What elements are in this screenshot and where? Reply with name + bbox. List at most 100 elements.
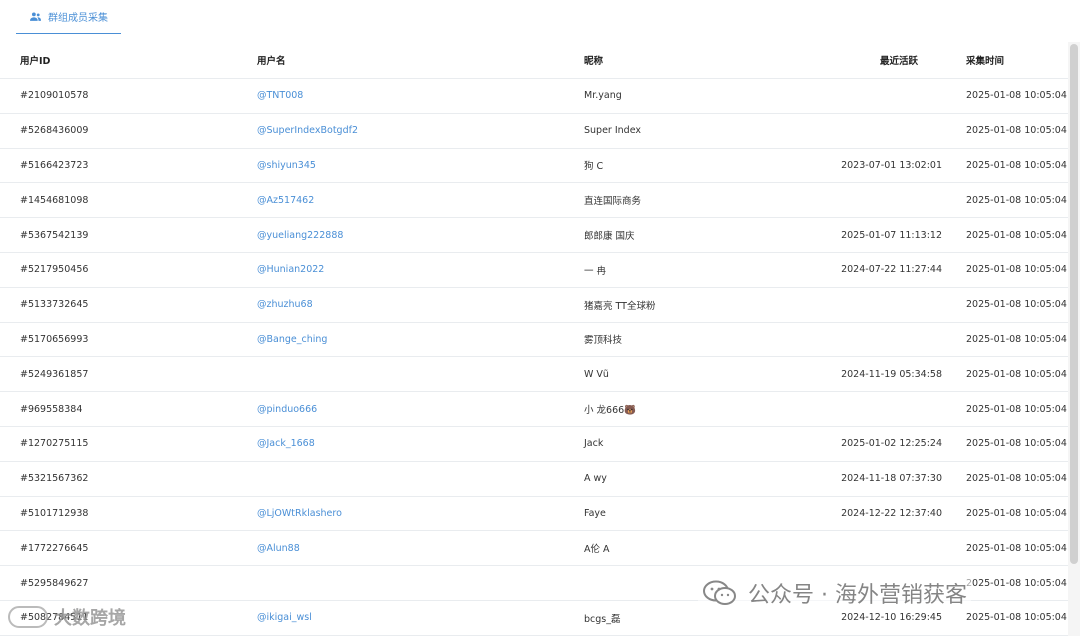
cell-collected-time: 2025-01-08 10:05:04: [966, 90, 1067, 102]
cell-nickname: Super Index: [584, 125, 642, 137]
cell-user-id: #1454681098: [20, 194, 89, 206]
cell-username-link[interactable]: @Hunian2022: [257, 253, 324, 287]
cell-user-id: #1772276645: [20, 542, 89, 554]
cell-collected-time: 2025-01-08 10:05:04: [966, 333, 1067, 345]
members-table: 用户ID 用户名 昵称 最近活跃 采集时间 #2109010578 @TNT008…: [0, 42, 1068, 636]
tab-label: 群组成员采集: [48, 13, 108, 24]
cell-user-id: #5170656993: [20, 333, 89, 345]
cell-collected-time: 2025-01-08 10:05:04: [966, 612, 1067, 624]
cell-nickname: Mr.yang: [584, 90, 622, 102]
table-row[interactable]: #5321567362 A wy 2024-11-18 07:37:30 2025-0…: [0, 462, 1068, 497]
cell-nickname: 狗 C: [584, 161, 604, 173]
cell-nickname: Faye: [584, 507, 606, 519]
cell-username-link[interactable]: @yueliang222888: [257, 218, 343, 252]
cell-nickname: 猪嘉亮 TT全球粉: [584, 300, 656, 312]
cell-collected-time: 2025-01-08 10:05:04: [966, 125, 1067, 137]
table-body: #2109010578 @TNT008 Mr.yang 2025-01-08 10:0…: [0, 79, 1068, 636]
table-row[interactable]: #1270275115 @Jack_1668 Jack 2025-01-02 12:2…: [0, 427, 1068, 462]
cell-username-link[interactable]: @Alun88: [257, 531, 300, 565]
cell-nickname: Jack: [584, 438, 604, 450]
table-row[interactable]: #5268436009 @SuperIndexBotgdf2 Super Index…: [0, 114, 1068, 149]
cell-collected-time: 2025-01-08 10:05:04: [966, 403, 1067, 415]
table-row[interactable]: #5367542139 @yueliang222888 郎郎康 国庆 2025-01-…: [0, 218, 1068, 253]
table-row[interactable]: #969558384 @pinduo666 小 龙666🐻 2025-01-08 10…: [0, 392, 1068, 427]
cell-nickname: 郎郎康 国庆: [584, 231, 635, 243]
watermark-left-text: 大数跨境: [54, 608, 126, 629]
wechat-icon: [703, 580, 736, 605]
cell-user-id: #969558384: [20, 403, 83, 415]
cell-user-id: #5133732645: [20, 299, 89, 311]
cell-username-link[interactable]: @TNT008: [257, 79, 303, 113]
cell-last-active: 2024-11-18 07:37:30: [841, 473, 942, 485]
table-row[interactable]: #2109010578 @TNT008 Mr.yang 2025-01-08 10:0…: [0, 79, 1068, 114]
cell-nickname: W Vũ: [584, 368, 609, 380]
cell-username-link[interactable]: @SuperIndexBotgdf2: [257, 114, 358, 148]
cell-user-id: #1270275115: [20, 438, 89, 450]
cell-user-id: #5295849627: [20, 577, 89, 589]
cell-collected-time: 2025-01-08 10:05:04: [966, 159, 1067, 171]
cell-last-active: 2024-07-22 11:27:44: [841, 264, 942, 276]
watermark-right-text: 公众号 · 海外营销获客: [748, 583, 967, 608]
tab-group-members[interactable]: 群组成员采集: [16, 0, 121, 34]
column-header-collected[interactable]: 采集时间: [966, 42, 1004, 78]
watermark-wechat: 公众号 · 海外营销获客: [698, 575, 971, 611]
cell-username-link[interactable]: @ikigai_wsl: [257, 601, 312, 635]
table-row[interactable]: #5217950456 @Hunian2022 一 冉 2024-07-22 11:2…: [0, 253, 1068, 288]
cell-collected-time: 2025-01-08 10:05:04: [966, 299, 1067, 311]
cell-collected-time: 2025-01-08 10:05:04: [966, 194, 1067, 206]
brand-logo-icon: [8, 606, 48, 628]
cell-username-link[interactable]: @zhuzhu68: [257, 288, 313, 322]
cell-last-active: 2023-07-01 13:02:01: [841, 159, 942, 171]
cell-nickname: 直连国际商务: [584, 196, 642, 208]
cell-collected-time: 2025-01-08 10:05:04: [966, 542, 1067, 554]
table-row[interactable]: #5133732645 @zhuzhu68 猪嘉亮 TT全球粉 2025-01-08 …: [0, 288, 1068, 323]
cell-nickname: 一 冉: [584, 265, 607, 277]
cell-collected-time: 2025-01-08 10:05:04: [966, 577, 1067, 589]
cell-collected-time: 2025-01-08 10:05:04: [966, 438, 1067, 450]
table-row[interactable]: #1772276645 @Alun88 A伦 A 2025-01-08 10:05:0…: [0, 531, 1068, 567]
cell-user-id: #5166423723: [20, 159, 89, 171]
cell-nickname: A伦 A: [584, 544, 610, 556]
table-row[interactable]: #5166423723 @shiyun345 狗 C 2023-07-01 13:02…: [0, 149, 1068, 184]
column-header-username[interactable]: 用户名: [257, 42, 286, 78]
cell-nickname: bcgs_磊: [584, 613, 621, 625]
column-header-last-active[interactable]: 最近活跃: [880, 42, 918, 78]
cell-collected-time: 2025-01-08 10:05:04: [966, 507, 1067, 519]
cell-username-link[interactable]: @Az517462: [257, 183, 314, 217]
cell-user-id: #5367542139: [20, 229, 89, 241]
column-header-nickname[interactable]: 昵称: [584, 42, 603, 78]
cell-username-link[interactable]: @shiyun345: [257, 149, 316, 183]
cell-user-id: #5249361857: [20, 368, 89, 380]
cell-username-link[interactable]: @Jack_1668: [257, 427, 315, 461]
cell-collected-time: 2025-01-08 10:05:04: [966, 473, 1067, 485]
cell-last-active: 2025-01-02 12:25:24: [841, 438, 942, 450]
cell-user-id: #5217950456: [20, 264, 89, 276]
cell-username-link[interactable]: @pinduo666: [257, 392, 317, 426]
scrollbar-thumb[interactable]: [1070, 44, 1078, 564]
table-row[interactable]: #5249361857 W Vũ 2024-11-19 05:34:58 2025-0…: [0, 357, 1068, 393]
cell-user-id: #5268436009: [20, 125, 89, 137]
cell-collected-time: 2025-01-08 10:05:04: [966, 368, 1067, 380]
users-icon: [30, 12, 41, 21]
column-header-id[interactable]: 用户ID: [20, 42, 50, 78]
cell-collected-time: 2025-01-08 10:05:04: [966, 229, 1067, 241]
cell-collected-time: 2025-01-08 10:05:04: [966, 264, 1067, 276]
cell-last-active: 2024-12-22 12:37:40: [841, 507, 942, 519]
cell-user-id: #5101712938: [20, 507, 89, 519]
cell-username-link[interactable]: @LjOWtRklashero: [257, 497, 342, 531]
cell-user-id: #2109010578: [20, 90, 89, 102]
table-row[interactable]: #5101712938 @LjOWtRklashero Faye 2024-12-22…: [0, 497, 1068, 532]
cell-last-active: 2025-01-07 11:13:12: [841, 229, 942, 241]
cell-nickname: A wy: [584, 473, 607, 485]
cell-nickname: 小 龙666🐻: [584, 405, 636, 417]
table-row[interactable]: #5170656993 @Bange_ching 雾顶科技 2025-01-08 10…: [0, 323, 1068, 358]
table-scrollbar[interactable]: [1068, 42, 1080, 636]
table-header: 用户ID 用户名 昵称 最近活跃 采集时间: [0, 42, 1068, 79]
watermark-brand: 大数跨境: [8, 604, 126, 630]
cell-username-link[interactable]: @Bange_ching: [257, 323, 327, 357]
tab-bar: 群组成员采集: [0, 0, 1080, 34]
table-row[interactable]: #1454681098 @Az517462 直连国际商务 2025-01-08 10:…: [0, 183, 1068, 219]
cell-nickname: 雾顶科技: [584, 335, 623, 347]
cell-user-id: #5321567362: [20, 473, 89, 485]
cell-last-active: 2024-11-19 05:34:58: [841, 368, 942, 380]
